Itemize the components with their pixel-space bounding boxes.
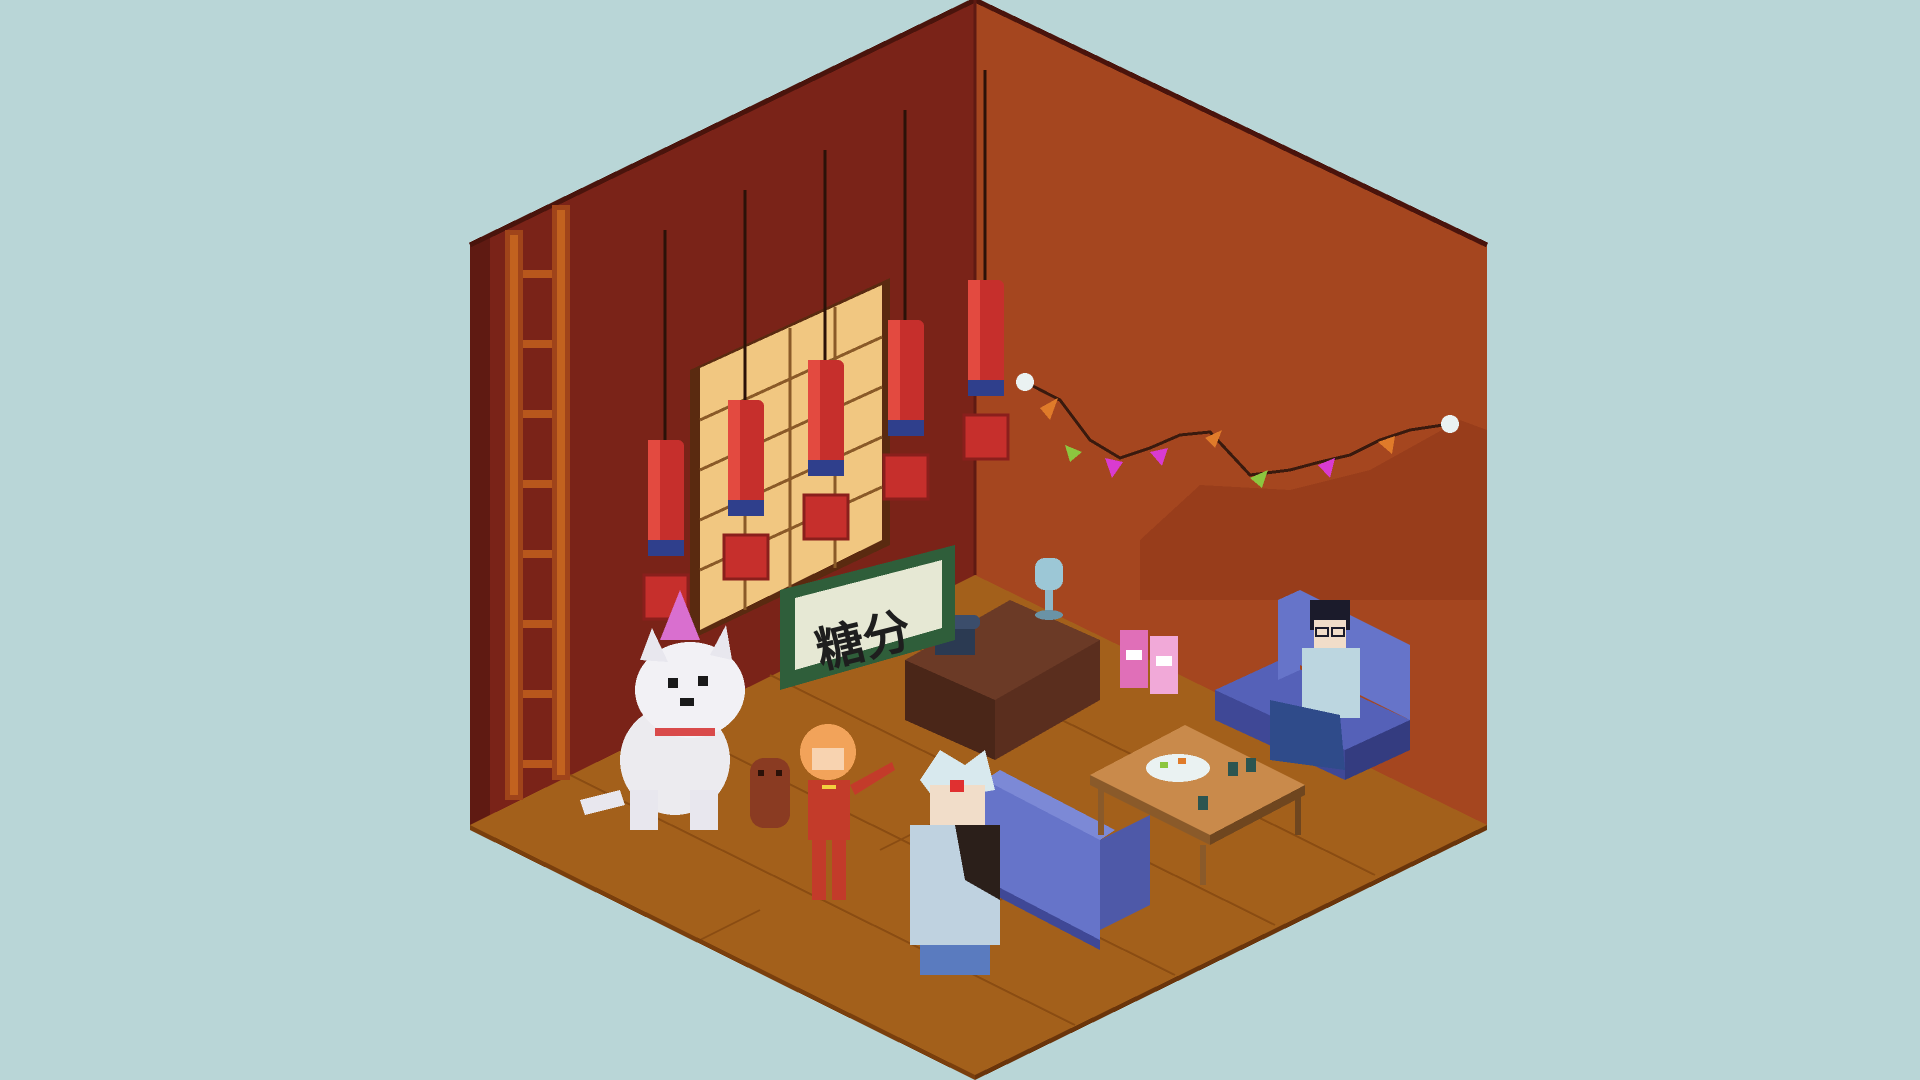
- silver-haired-man: [910, 750, 1000, 975]
- room-diorama: 糖分: [468, 0, 1489, 1080]
- sack: [750, 758, 790, 828]
- left-wall-shade: [470, 235, 490, 825]
- game-scene: 糖分: [0, 0, 1920, 1080]
